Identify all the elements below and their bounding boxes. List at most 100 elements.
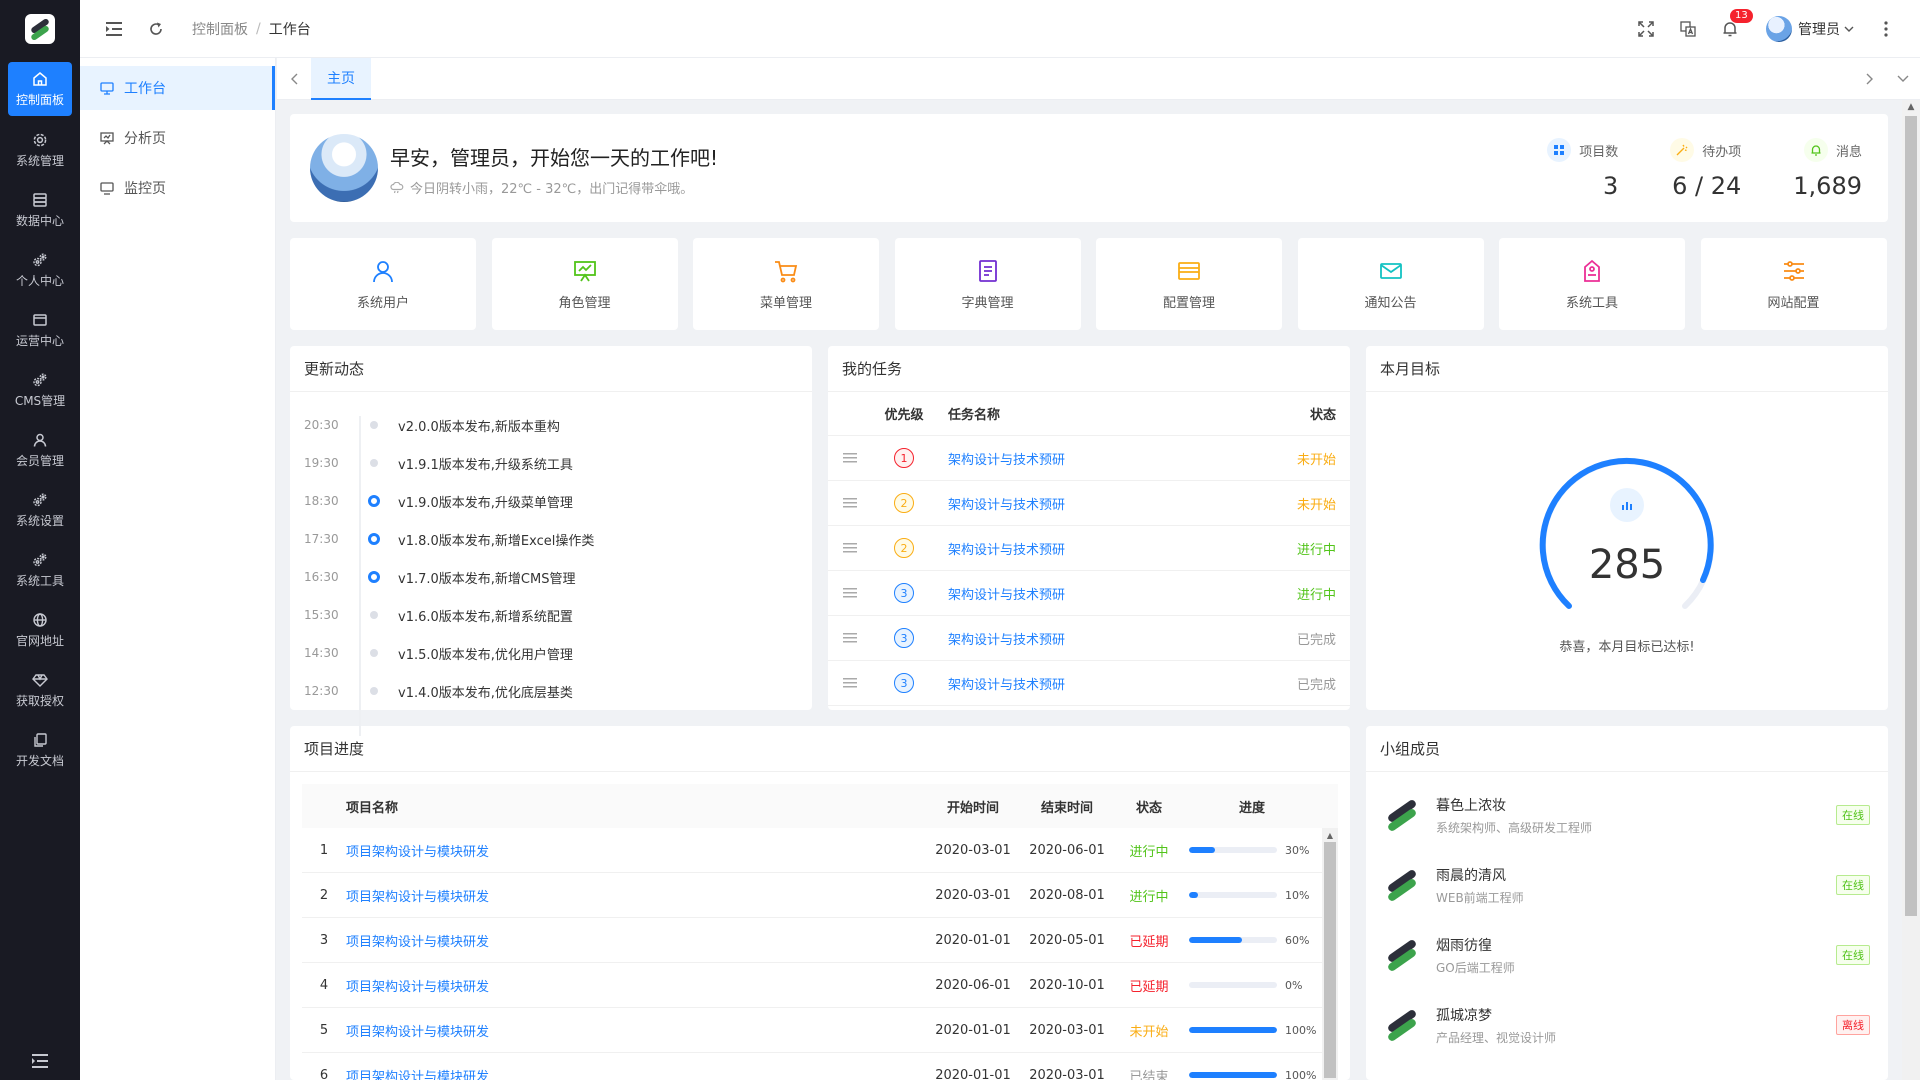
member-item[interactable]: 孤城凉梦 产品经理、视觉设计师 离线: [1366, 990, 1888, 1060]
quick-0[interactable]: 系统用户: [290, 238, 476, 330]
tabs-scroll-right[interactable]: [1852, 58, 1886, 100]
submenu-item-2[interactable]: 监控页: [80, 166, 275, 210]
drag-handle-icon[interactable]: [828, 678, 872, 688]
task-link[interactable]: 架构设计与技术预研: [948, 588, 1065, 603]
timeline-time: 16:30: [304, 570, 339, 584]
bar-chart-icon: [1610, 488, 1644, 522]
card-icon: [1176, 258, 1202, 284]
timeline-item: 15:30 v1.6.0版本发布,新增系统配置: [304, 596, 798, 634]
project-link[interactable]: 项目架构设计与模块研发: [346, 890, 489, 905]
quick-2[interactable]: 菜单管理: [693, 238, 879, 330]
rail-item-1[interactable]: 系统管理: [0, 120, 80, 180]
app-logo[interactable]: [0, 0, 80, 58]
quick-6[interactable]: 系统工具: [1499, 238, 1685, 330]
project-link[interactable]: 项目架构设计与模块研发: [346, 1025, 489, 1040]
end-date: 2020-03-01: [1029, 1067, 1105, 1080]
drag-handle-icon[interactable]: [828, 543, 872, 553]
status-badge: 在线: [1836, 945, 1870, 965]
table-row: 5 项目架构设计与模块研发 2020-01-01 2020-03-01 未开始 100%: [302, 1008, 1338, 1053]
timeline-dot: [368, 533, 380, 545]
mail-icon: [1378, 258, 1404, 284]
more-button[interactable]: [1872, 15, 1900, 43]
tabs-menu[interactable]: [1886, 58, 1920, 100]
tab-home[interactable]: 主页: [311, 57, 371, 100]
submenu-item-1[interactable]: 分析页: [80, 116, 275, 160]
projects-scrollbar[interactable]: ▲: [1322, 828, 1338, 1080]
chevron-down-icon: [1897, 75, 1909, 82]
project-link[interactable]: 项目架构设计与模块研发: [346, 1070, 489, 1080]
rail-item-6[interactable]: 会员管理: [0, 420, 80, 480]
member-avatar: [1384, 867, 1420, 903]
status-badge: 在线: [1836, 875, 1870, 895]
task-link[interactable]: 架构设计与技术预研: [948, 498, 1065, 513]
priority-badge: 3: [894, 628, 914, 648]
timeline-time: 17:30: [304, 532, 339, 546]
cloud-rain-icon: [390, 181, 404, 194]
rail-item-7[interactable]: 系统设置: [0, 480, 80, 540]
rail-item-label: 官网地址: [15, 633, 64, 648]
collapse-rail-button[interactable]: [0, 1054, 80, 1068]
drag-handle-icon[interactable]: [828, 498, 872, 508]
quick-4[interactable]: 配置管理: [1096, 238, 1282, 330]
scrollbar-thumb[interactable]: [1324, 842, 1336, 1078]
rail-item-5[interactable]: CMS管理: [0, 360, 80, 420]
member-item[interactable]: 烟雨彷徨 GO后端工程师 在线: [1366, 920, 1888, 990]
drag-handle-icon[interactable]: [828, 633, 872, 643]
projects-table: 项目名称 开始时间 结束时间 状态 进度 1 项目架构设计与模块研发 2020-03…: [302, 784, 1338, 1080]
priority-badge: 1: [894, 448, 914, 468]
member-name: 烟雨彷徨: [1436, 937, 1492, 954]
breadcrumb-root[interactable]: 控制面板: [192, 19, 248, 39]
rail-item-0[interactable]: 控制面板: [8, 62, 72, 116]
refresh-icon: [148, 21, 164, 37]
rail-item-3[interactable]: 个人中心: [0, 240, 80, 300]
project-status: 已结束: [1129, 1069, 1169, 1080]
quick-7[interactable]: 网站配置: [1700, 238, 1887, 330]
submenu-item-0[interactable]: 工作台: [80, 66, 275, 110]
toggle-sidebar-button[interactable]: [100, 15, 128, 43]
rail-item-label: 系统工具: [15, 573, 64, 588]
member-item[interactable]: 雨晨的清风 WEB前端工程师 在线: [1366, 850, 1888, 920]
member-item[interactable]: 暮色上浓妆 系统架构师、高级研发工程师 在线: [1366, 780, 1888, 850]
page-scrollbar[interactable]: ▲: [1902, 100, 1920, 1080]
progress-fill: [1189, 892, 1198, 898]
tabs-scroll-left[interactable]: [277, 58, 311, 100]
quick-3[interactable]: 字典管理: [894, 238, 1081, 330]
rail-item-10[interactable]: 获取授权: [0, 660, 80, 720]
window-icon: [32, 312, 48, 328]
rail-item-label: 控制面板: [15, 92, 64, 107]
user-menu[interactable]: 管理员: [1766, 15, 1858, 42]
stats-group: 项目数 3 待办项 6 / 24 消息 1,689: [1495, 138, 1862, 200]
stat-messages[interactable]: 消息 1,689: [1793, 138, 1862, 200]
project-link[interactable]: 项目架构设计与模块研发: [346, 980, 489, 995]
task-link[interactable]: 架构设计与技术预研: [948, 543, 1065, 558]
task-link[interactable]: 架构设计与技术预研: [948, 678, 1065, 693]
rail-item-4[interactable]: 运营中心: [0, 300, 80, 360]
scrollbar-thumb[interactable]: [1905, 116, 1917, 916]
project-link[interactable]: 项目架构设计与模块研发: [346, 935, 489, 950]
stat-todos[interactable]: 待办项 6 / 24: [1670, 138, 1741, 200]
member-avatar: [1384, 797, 1420, 833]
language-button[interactable]: [1674, 15, 1702, 43]
task-link[interactable]: 架构设计与技术预研: [948, 453, 1065, 468]
rail-item-9[interactable]: 官网地址: [0, 600, 80, 660]
rail-item-11[interactable]: 开发文档: [0, 720, 80, 780]
task-status: 未开始: [1296, 497, 1336, 513]
quick-5[interactable]: 通知公告: [1297, 238, 1484, 330]
quick-1[interactable]: 角色管理: [491, 238, 678, 330]
rail-item-2[interactable]: 数据中心: [0, 180, 80, 240]
rail-item-8[interactable]: 系统工具: [0, 540, 80, 600]
task-link[interactable]: 架构设计与技术预研: [948, 633, 1065, 648]
scroll-up-icon[interactable]: ▲: [1322, 828, 1338, 842]
row-index: 2: [319, 887, 329, 903]
scroll-up-icon[interactable]: ▲: [1902, 102, 1920, 112]
tab-bar: 主页: [277, 57, 1920, 100]
refresh-button[interactable]: [142, 15, 170, 43]
fullscreen-button[interactable]: [1632, 15, 1660, 43]
stat-projects[interactable]: 项目数 3: [1547, 138, 1618, 200]
rail-item-label: 运营中心: [15, 333, 64, 348]
notifications-button[interactable]: 13: [1716, 8, 1753, 43]
project-link[interactable]: 项目架构设计与模块研发: [346, 845, 489, 860]
drag-handle-icon[interactable]: [828, 453, 872, 463]
drag-handle-icon[interactable]: [828, 588, 872, 598]
member-name: 孤城凉梦: [1436, 1007, 1492, 1024]
